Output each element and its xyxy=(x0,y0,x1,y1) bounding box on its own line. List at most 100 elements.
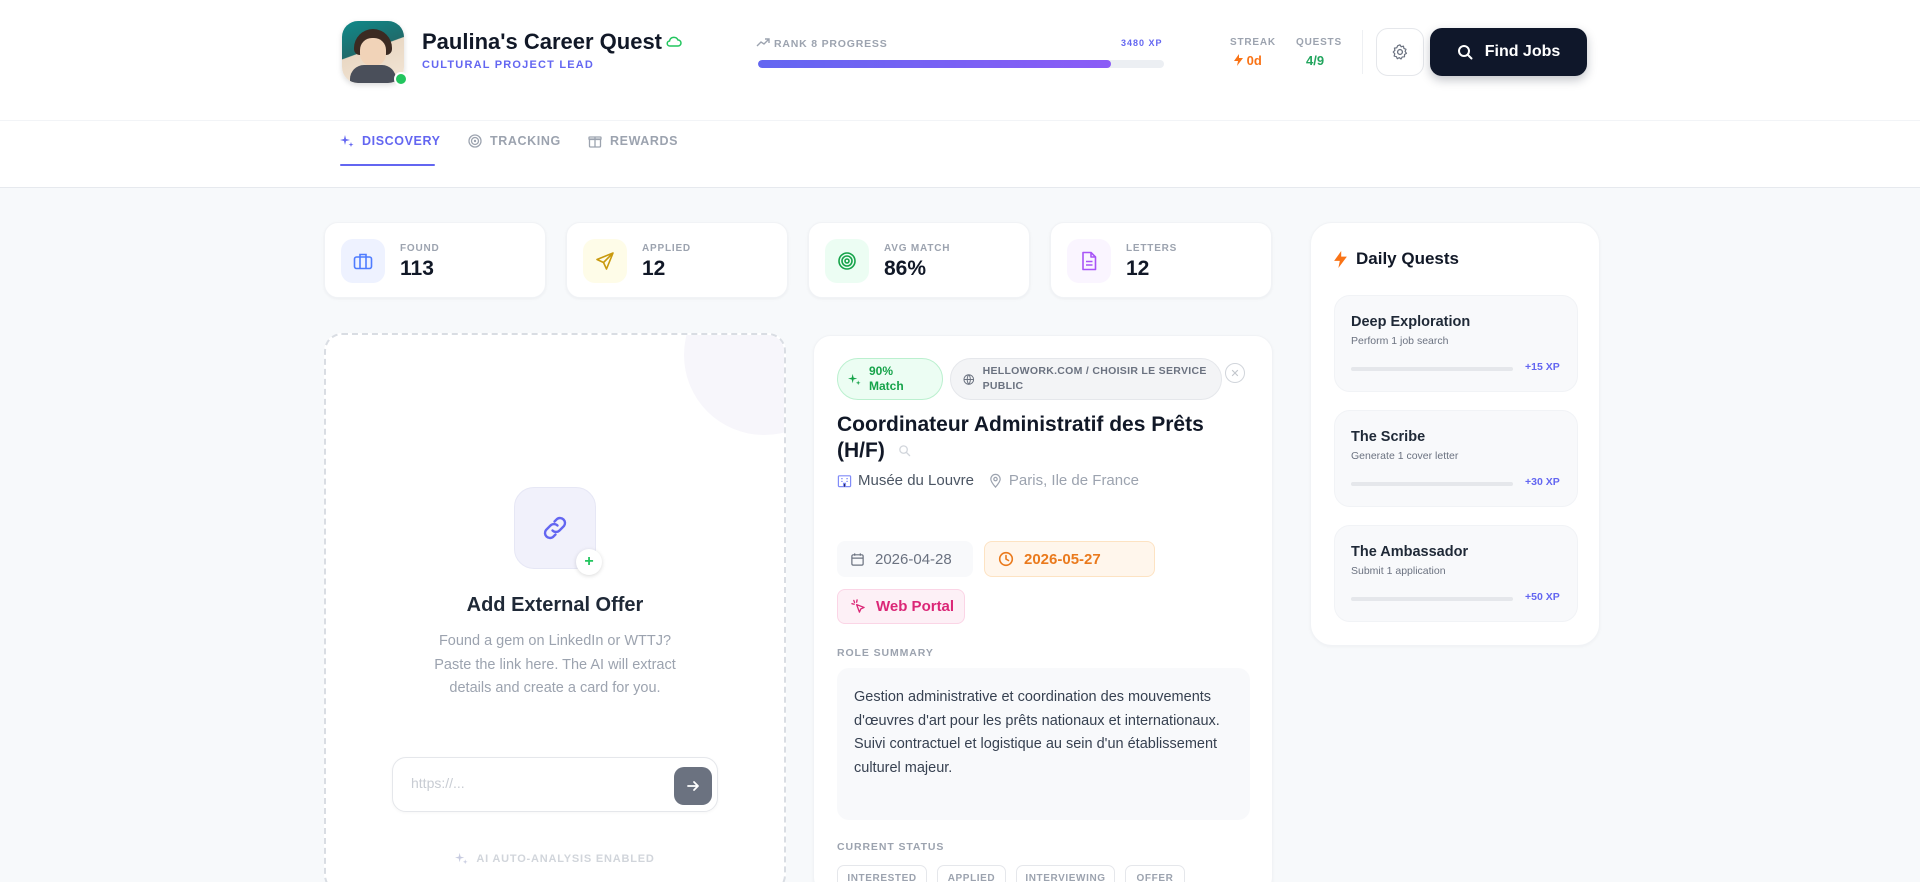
online-status-dot xyxy=(394,72,408,86)
posted-date-chip: 2026-04-28 xyxy=(837,541,973,577)
stat-label: AVG MATCH xyxy=(884,243,951,254)
trending-up-icon xyxy=(756,38,770,47)
ai-note-text: AI AUTO-ANALYSIS ENABLED xyxy=(476,852,655,865)
dismiss-job-button[interactable]: ✕ xyxy=(1225,363,1245,383)
quest-description: Perform 1 job search xyxy=(1351,335,1449,347)
settings-button[interactable] xyxy=(1376,28,1424,76)
current-status-label: CURRENT STATUS xyxy=(837,841,945,853)
send-icon xyxy=(583,239,627,283)
tab-discovery-label: DISCOVERY xyxy=(362,134,441,148)
stat-card-found: FOUND 113 xyxy=(324,222,546,298)
building-icon xyxy=(837,475,852,488)
rank-progress-fill xyxy=(758,60,1112,68)
streak-value-text: 0d xyxy=(1246,53,1262,68)
find-jobs-button[interactable]: Find Jobs xyxy=(1430,28,1587,76)
sparkles-icon xyxy=(455,852,468,865)
target-icon xyxy=(468,134,482,148)
quest-description: Submit 1 application xyxy=(1351,565,1446,577)
plus-icon: + xyxy=(576,549,602,575)
stat-value: 113 xyxy=(400,257,434,280)
quest-card: The Ambassador Submit 1 application +50 … xyxy=(1334,525,1578,622)
clock-icon xyxy=(998,551,1014,567)
globe-icon xyxy=(963,373,975,385)
quest-progress-bar xyxy=(1351,597,1513,601)
tab-discovery[interactable]: DISCOVERY xyxy=(340,134,441,166)
source-badge[interactable]: HELLOWORK.COM / CHOISIR LE SERVICE PUBLI… xyxy=(950,358,1222,400)
tab-tracking-label: TRACKING xyxy=(490,134,561,148)
sparkles-icon xyxy=(340,135,354,147)
gift-icon xyxy=(588,136,602,148)
header-divider-line xyxy=(0,120,1920,121)
status-option[interactable]: OFFER xyxy=(1125,865,1185,882)
deadline-date-chip: 2026-05-27 xyxy=(984,541,1155,577)
bolt-icon xyxy=(1234,54,1243,66)
rank-progress-bar xyxy=(758,60,1164,68)
sparkles-icon xyxy=(848,373,861,385)
search-icon xyxy=(1457,45,1473,60)
quest-name: Deep Exploration xyxy=(1351,314,1471,330)
map-pin-icon xyxy=(990,473,1001,488)
tab-tracking[interactable]: TRACKING xyxy=(468,134,561,166)
calendar-icon xyxy=(851,552,864,566)
streak-value: 0d xyxy=(1234,53,1262,68)
quest-xp: +30 XP xyxy=(1525,476,1560,488)
streak-label: STREAK xyxy=(1230,37,1276,48)
source-text: HELLOWORK.COM / CHOISIR LE SERVICE PUBLI… xyxy=(982,365,1207,392)
stat-value: 12 xyxy=(642,257,666,280)
document-icon xyxy=(1067,239,1111,283)
job-title: Coordinateur Administratif des Prêts (H/… xyxy=(837,413,1204,462)
search-icon[interactable] xyxy=(898,444,911,457)
quest-xp: +15 XP xyxy=(1525,361,1560,373)
quest-progress-bar xyxy=(1351,367,1513,371)
quest-progress-bar xyxy=(1351,482,1513,486)
job-meta: Musée du Louvre Paris, Ile de France xyxy=(837,472,1139,489)
stat-card-avg-match: AVG MATCH 86% xyxy=(808,222,1030,298)
xp-label: 3480 XP xyxy=(1121,38,1163,48)
external-offer-description: Found a gem on LinkedIn or WTTJ? Paste t… xyxy=(434,633,676,696)
stat-label: APPLIED xyxy=(642,243,691,254)
match-badge: 90% Match xyxy=(837,358,943,400)
quest-name: The Ambassador xyxy=(1351,544,1469,560)
tab-rewards[interactable]: REWARDS xyxy=(588,134,678,166)
briefcase-icon xyxy=(341,239,385,283)
decorative-corner xyxy=(684,335,784,435)
quest-name: The Scribe xyxy=(1351,429,1426,445)
submit-url-button[interactable] xyxy=(674,767,712,805)
quest-card: The Scribe Generate 1 cover letter +30 X… xyxy=(1334,410,1578,507)
external-offer-title: Add External Offer xyxy=(466,594,644,616)
url-input-wrapper xyxy=(392,757,718,812)
quest-xp: +50 XP xyxy=(1525,591,1560,603)
target-icon xyxy=(825,239,869,283)
app-header: Paulina's Career Quest CULTURAL PROJECT … xyxy=(0,0,1920,188)
quests-value: 4/9 xyxy=(1306,53,1325,68)
stat-value: 12 xyxy=(1126,257,1150,280)
cloud-sync-icon xyxy=(666,36,682,47)
role-summary: Gestion administrative et coordination d… xyxy=(837,668,1250,820)
active-tab-indicator xyxy=(340,164,435,166)
gear-icon xyxy=(1392,44,1408,60)
header-divider xyxy=(1362,30,1363,74)
stat-card-applied: APPLIED 12 xyxy=(566,222,788,298)
page-title: Paulina's Career Quest xyxy=(422,29,663,54)
user-role: CULTURAL PROJECT LEAD xyxy=(422,59,595,71)
portal-label: Web Portal xyxy=(876,598,955,615)
stat-label: FOUND xyxy=(400,243,440,254)
daily-quests-header: Daily Quests xyxy=(1334,249,1459,269)
stat-label: LETTERS xyxy=(1126,243,1178,254)
ai-analysis-note: AI AUTO-ANALYSIS ENABLED xyxy=(324,852,786,865)
quest-card: Deep Exploration Perform 1 job search +1… xyxy=(1334,295,1578,392)
web-portal-chip[interactable]: Web Portal xyxy=(837,589,965,624)
bolt-icon xyxy=(1334,250,1347,268)
status-option[interactable]: INTERESTED xyxy=(837,865,927,882)
job-location: Paris, Ile de France xyxy=(1008,472,1139,489)
daily-quests-title: Daily Quests xyxy=(1356,249,1459,268)
quests-label: QUESTS xyxy=(1296,37,1342,48)
status-option[interactable]: INTERVIEWING xyxy=(1016,865,1115,882)
company-name: Musée du Louvre xyxy=(858,472,974,489)
find-jobs-label: Find Jobs xyxy=(1484,43,1561,60)
rank-progress-label: RANK 8 PROGRESS xyxy=(774,38,888,50)
arrow-right-icon xyxy=(687,781,699,791)
offer-url-input[interactable] xyxy=(411,775,651,791)
status-option[interactable]: APPLIED xyxy=(937,865,1006,882)
stat-card-letters: LETTERS 12 xyxy=(1050,222,1272,298)
